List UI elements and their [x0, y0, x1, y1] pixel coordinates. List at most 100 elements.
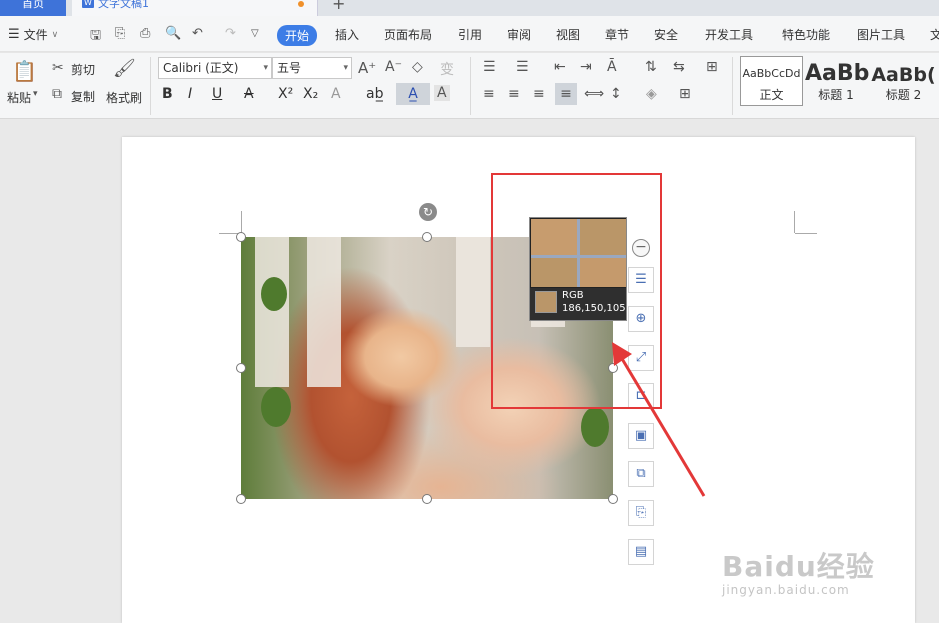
bullets-icon[interactable]: ☰ — [483, 59, 496, 75]
style-heading-2-sample: AaBb( — [871, 64, 936, 86]
font-size-select[interactable]: 五号 ▾ — [272, 57, 352, 79]
resize-handle[interactable] — [608, 494, 618, 504]
image-to-text-icon[interactable]: ⎘ — [628, 500, 654, 526]
scissors-icon[interactable]: ✂ — [52, 60, 64, 76]
paste-dropdown-icon[interactable]: ▾ — [33, 89, 38, 99]
resize-handle[interactable] — [236, 363, 246, 373]
copy-button[interactable]: 复制 — [71, 88, 95, 105]
highlight-color-icon[interactable]: ab̲ — [366, 86, 383, 102]
font-color-icon[interactable]: A̲ — [396, 83, 430, 105]
tab-picture-tools[interactable]: 图片工具 — [857, 26, 905, 43]
text-effect-icon[interactable]: A — [331, 86, 341, 102]
menu-bar: ☰ 文件 ∨ 🖫 ⎘ ⎙ 🔍 ↶ ↷ ▽ 开始 插入 页面布局 引用 审阅 视图… — [0, 16, 939, 52]
photo-detail — [261, 387, 291, 427]
photo-detail — [456, 237, 490, 347]
cut-button[interactable]: 剪切 — [71, 61, 95, 78]
numbering-icon[interactable]: ☰ — [516, 59, 529, 75]
shading-icon[interactable]: ◈ — [646, 86, 657, 102]
superscript-icon[interactable]: X² — [278, 86, 293, 102]
file-menu-button[interactable]: ☰ 文件 ∨ — [8, 26, 58, 43]
style-heading-2-label: 标题 2 — [885, 88, 922, 102]
undo-icon[interactable]: ↶ — [192, 26, 203, 41]
font-name-select[interactable]: Calibri (正文) ▾ — [158, 57, 272, 79]
tab-view[interactable]: 视图 — [556, 26, 580, 43]
margin-mark — [241, 211, 242, 233]
ribbon: 📋 粘贴 ▾ ✂ 剪切 ⧉ 复制 🖌 格式刷 Calibri (正文) ▾ 五号 ▾… — [0, 53, 939, 119]
tab-start[interactable]: 开始 — [277, 25, 318, 46]
file-menu-label: 文件 — [23, 28, 48, 42]
chevron-down-icon: ▾ — [263, 63, 268, 73]
chevron-down-icon: ∨ — [51, 29, 59, 40]
format-painter-icon[interactable]: 🖌 — [113, 58, 136, 79]
redo-icon[interactable]: ↷ — [225, 26, 236, 41]
export-icon[interactable]: ⎘ — [115, 26, 125, 41]
tab-security[interactable]: 安全 — [654, 26, 678, 43]
margin-mark — [795, 233, 817, 234]
bold-icon[interactable]: B — [162, 86, 173, 102]
save-icon[interactable]: 🖫 — [90, 26, 101, 48]
align-right-icon[interactable]: ≡ — [533, 86, 545, 102]
image-effects-icon[interactable]: ▤ — [628, 539, 654, 565]
chevron-down-icon: ▾ — [343, 63, 348, 73]
margin-mark — [794, 211, 795, 233]
tab-chapter[interactable]: 章节 — [605, 26, 629, 43]
style-normal-sample: AaBbCcDd — [742, 67, 801, 80]
resize-handle[interactable] — [422, 494, 432, 504]
photo-detail — [255, 237, 289, 387]
subscript-icon[interactable]: X₂ — [303, 86, 318, 102]
rotate-handle-icon[interactable]: ↻ — [419, 203, 437, 221]
change-case-icon[interactable]: Ā — [607, 59, 617, 75]
quick-access-dropdown-icon[interactable]: ▽ — [251, 28, 259, 39]
align-center-icon[interactable]: ≡ — [508, 86, 520, 102]
ribbon-separator — [150, 57, 151, 115]
increase-indent-icon[interactable]: ⇥ — [580, 59, 592, 75]
phonetic-guide-icon[interactable]: 变 — [440, 59, 454, 79]
align-left-icon[interactable]: ≡ — [483, 86, 495, 102]
picture-frame-icon[interactable]: ▣ — [628, 423, 654, 449]
resize-handle[interactable] — [422, 232, 432, 242]
tab-document[interactable]: W 文字文稿1 — [72, 0, 318, 16]
tab-insert[interactable]: 插入 — [335, 26, 359, 43]
decrease-indent-icon[interactable]: ⇤ — [554, 59, 566, 75]
style-heading-1-label: 标题 1 — [818, 88, 854, 102]
tab-more[interactable]: 文 — [930, 26, 939, 43]
table-icon[interactable]: ⊞ — [706, 59, 718, 75]
paste-icon[interactable]: 📋 — [12, 59, 37, 83]
borders-icon[interactable]: ⊞ — [679, 86, 691, 102]
justify-icon[interactable]: ≡ — [555, 83, 577, 105]
tab-references[interactable]: 引用 — [458, 26, 482, 43]
underline-icon[interactable]: U — [212, 86, 222, 102]
resize-handle[interactable] — [236, 494, 246, 504]
font-name-value: Calibri (正文) — [163, 61, 239, 75]
writer-doc-icon: W — [82, 0, 94, 8]
style-heading-2[interactable]: AaBb( 标题 2 — [868, 56, 939, 106]
distributed-icon[interactable]: ⟺ — [584, 86, 604, 102]
photo-detail — [581, 407, 609, 447]
new-tab-button[interactable]: + — [332, 0, 345, 13]
style-normal[interactable]: AaBbCcDd 正文 — [740, 56, 803, 106]
italic-icon[interactable]: I — [188, 86, 192, 102]
font-size-value: 五号 — [277, 61, 302, 75]
tab-home[interactable]: 首页 — [0, 0, 66, 16]
print-preview-icon[interactable]: 🔍 — [165, 26, 181, 41]
char-shading-icon[interactable]: A — [434, 85, 450, 101]
tab-developer[interactable]: 开发工具 — [705, 26, 753, 43]
clear-format-icon[interactable]: ◇ — [412, 59, 423, 75]
copy-icon[interactable]: ⧉ — [52, 86, 62, 102]
resize-handle[interactable] — [236, 232, 246, 242]
style-heading-1[interactable]: AaBb 标题 1 — [804, 56, 869, 106]
replace-image-icon[interactable]: ⧉ — [628, 461, 654, 487]
paste-button[interactable]: 粘贴 — [7, 89, 31, 106]
tab-review[interactable]: 审阅 — [507, 26, 531, 43]
tab-features[interactable]: 特色功能 — [782, 26, 830, 43]
format-painter-button[interactable]: 格式刷 — [106, 89, 142, 106]
strikethrough-icon[interactable]: A — [244, 86, 254, 102]
shrink-font-icon[interactable]: A⁻ — [385, 59, 402, 75]
grow-font-icon[interactable]: A⁺ — [358, 59, 376, 77]
line-spacing-icon[interactable]: ⇆ — [673, 59, 685, 75]
sort-icon[interactable]: ⇅ — [645, 59, 657, 75]
print-icon[interactable]: ⎙ — [140, 26, 150, 41]
paragraph-spacing-icon[interactable]: ↕ — [610, 86, 622, 102]
ribbon-separator — [732, 57, 733, 115]
tab-page-layout[interactable]: 页面布局 — [384, 26, 432, 43]
